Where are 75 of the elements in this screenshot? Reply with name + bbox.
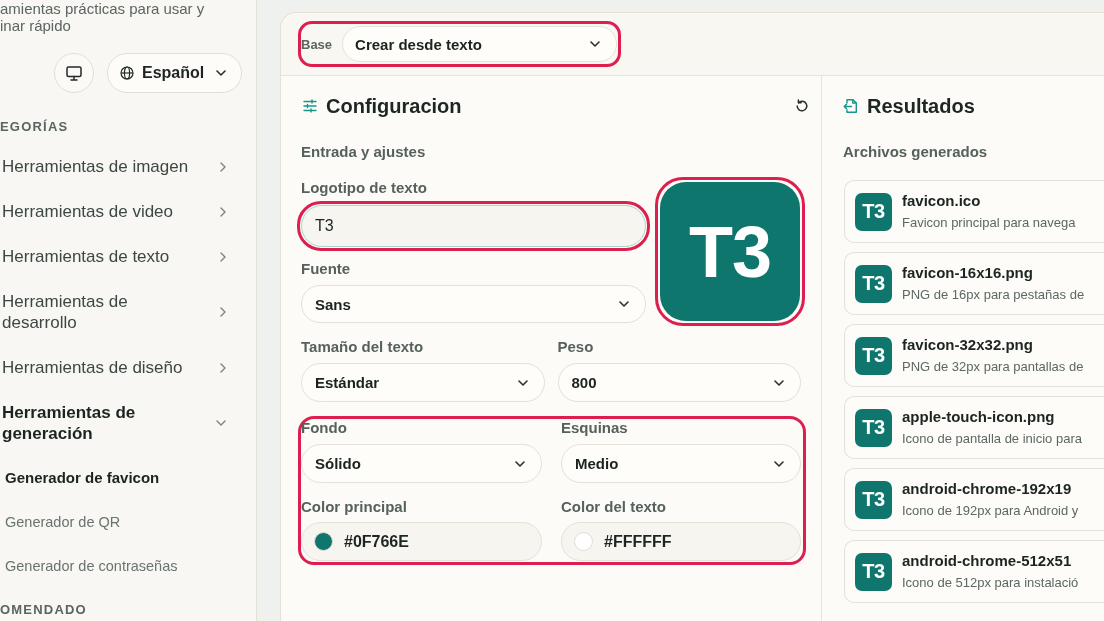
- monitor-icon: [66, 65, 82, 81]
- file-description: PNG de 32px para pantallas de: [902, 359, 1084, 375]
- file-name: android-chrome-512x51: [902, 552, 1072, 570]
- reset-button[interactable]: [795, 99, 809, 113]
- caret-icon: [774, 379, 784, 386]
- category-item[interactable]: Herramientas de texto: [0, 234, 256, 279]
- field-label: Logotipo de texto: [301, 180, 428, 196]
- caret-icon: [590, 41, 601, 47]
- nav-link[interactable]: Generador de contraseñas: [0, 544, 178, 588]
- dropdown[interactable]: Sans: [301, 285, 646, 323]
- file-thumbnail: T3: [855, 192, 892, 231]
- file-description: Icono de 512px para instalació: [902, 575, 1079, 591]
- chevron-right-icon: [220, 161, 226, 172]
- category-item[interactable]: Herramientas de imagen: [0, 144, 256, 189]
- file-name: favicon-16x16.png: [902, 264, 1033, 282]
- section-subtitle: Entrada y ajustes: [301, 143, 427, 161]
- chevron-right-icon: [220, 206, 226, 217]
- panel-title: Resultados: [867, 94, 975, 118]
- field-label: Fuente: [301, 261, 352, 277]
- caret-icon: [774, 460, 784, 467]
- field-label: Tamaño del texto: [301, 339, 425, 355]
- file-thumbnail: T3: [855, 264, 892, 303]
- file-name: favicon.ico: [902, 192, 981, 210]
- chevron-right-icon: [220, 362, 226, 373]
- reset-icon: [795, 99, 809, 113]
- file-name: favicon-32x32.png: [902, 336, 1033, 354]
- dropdown[interactable]: 800: [557, 363, 801, 402]
- field-label: Base: [301, 36, 333, 52]
- nav-link[interactable]: Generador de QR: [0, 500, 121, 544]
- file-description: PNG de 16px para pestañas de: [902, 287, 1085, 303]
- caret-icon: [515, 460, 525, 467]
- language-button[interactable]: Español: [107, 53, 243, 93]
- dropdown[interactable]: Sólido: [301, 444, 542, 483]
- chevron-right-icon: [220, 307, 226, 317]
- field-label: Color principal: [301, 499, 408, 515]
- field-label: Color del texto: [561, 499, 667, 515]
- caret-icon: [216, 70, 227, 76]
- chevron-down-icon: [216, 420, 226, 426]
- category-item[interactable]: Herramientas de diseño: [0, 345, 256, 390]
- panel-title: Configuracion: [326, 94, 462, 118]
- color-field[interactable]: #FFFFFF: [561, 522, 801, 561]
- file-arrow-icon: [843, 98, 858, 114]
- text-input[interactable]: T3: [301, 205, 646, 247]
- file-thumbnail: T3: [855, 336, 892, 375]
- section-heading: EGORÍAS: [0, 120, 69, 134]
- dropdown[interactable]: Medio: [561, 444, 801, 483]
- display-button[interactable]: [54, 53, 94, 93]
- description-text: amientas prácticas para usar y: [0, 0, 205, 17]
- file-description: Icono de pantalla de inicio para: [902, 431, 1082, 447]
- sliders-icon: [303, 99, 317, 113]
- caret-icon: [619, 301, 629, 307]
- section-subtitle: Archivos generados: [843, 143, 989, 161]
- file-name: apple-touch-icon.png: [902, 408, 1055, 426]
- dropdown[interactable]: Crear desde texto: [342, 26, 618, 62]
- file-description: Favicon principal para navega: [902, 215, 1076, 231]
- favicon-preview: T3: [660, 182, 800, 321]
- dropdown[interactable]: Estándar: [301, 363, 545, 402]
- file-description: Icono de 192px para Android y: [902, 503, 1079, 519]
- field-label: Esquinas: [561, 420, 629, 436]
- section-heading: OMENDADO: [0, 603, 87, 617]
- nav-link[interactable]: Generador de favicon: [0, 456, 160, 500]
- caret-icon: [517, 379, 528, 386]
- field-label: Fondo: [301, 420, 348, 436]
- file-name: android-chrome-192x19: [902, 480, 1072, 498]
- globe-icon: [120, 66, 134, 80]
- category-item[interactable]: Herramientas de generación: [0, 390, 256, 456]
- category-item[interactable]: Herramientas de desarrollo: [0, 279, 256, 345]
- field-label: Peso: [557, 339, 595, 355]
- color-field[interactable]: #0F766E: [301, 522, 542, 561]
- file-thumbnail: T3: [855, 408, 892, 447]
- description-text: inar rápido: [0, 17, 71, 34]
- chevron-right-icon: [220, 251, 226, 262]
- file-thumbnail: T3: [855, 552, 892, 591]
- category-item[interactable]: Herramientas de video: [0, 189, 256, 234]
- file-thumbnail: T3: [855, 480, 892, 519]
